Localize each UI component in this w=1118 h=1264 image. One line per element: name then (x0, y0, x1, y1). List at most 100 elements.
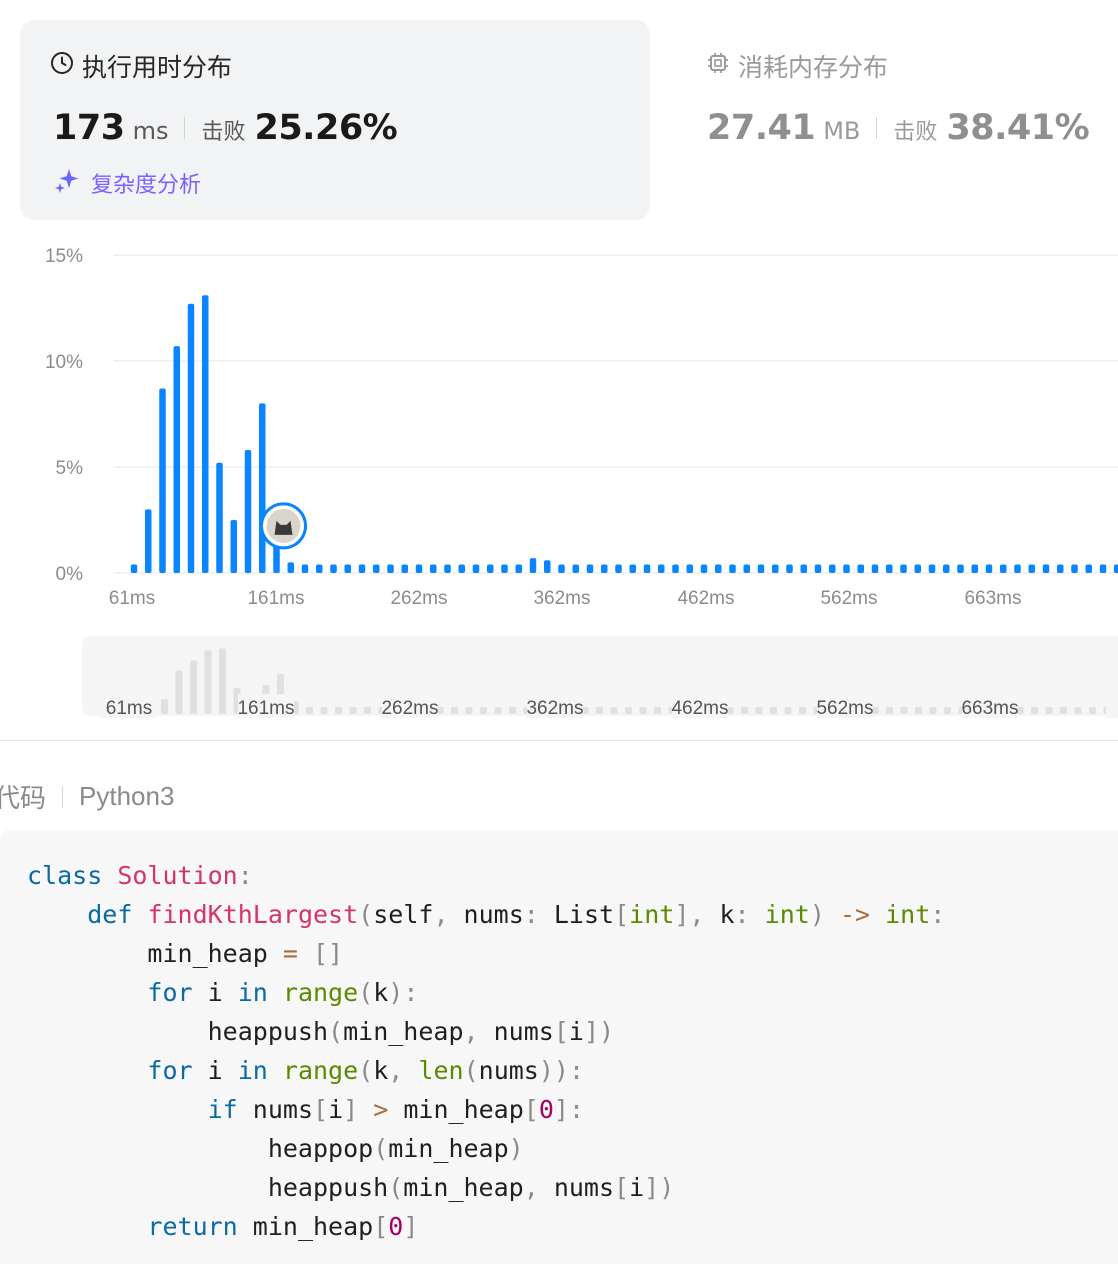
chart-bar[interactable] (358, 564, 366, 573)
chart-bar[interactable] (1057, 564, 1064, 573)
chart-bar[interactable] (900, 564, 907, 573)
chart-bar[interactable] (686, 564, 694, 573)
chart-bar[interactable] (757, 564, 765, 573)
code-token: if (207, 1095, 238, 1124)
chart-bar[interactable] (301, 564, 309, 573)
chart-bar[interactable] (814, 564, 822, 573)
chart-bar[interactable] (601, 564, 608, 573)
code-token: min_heap (388, 1134, 509, 1163)
chart-bar[interactable] (928, 564, 936, 573)
chart-bar[interactable] (1028, 564, 1036, 573)
chart-bar[interactable] (401, 564, 409, 573)
runtime-card[interactable]: 执行用时分布 173 ms 击败 25.26% 复杂度分析 (20, 20, 650, 220)
chart-bar[interactable] (786, 564, 793, 573)
chart-bar[interactable] (957, 564, 964, 573)
chart-bar[interactable] (287, 562, 295, 573)
chart-bar[interactable] (558, 564, 565, 573)
chart-bar[interactable] (672, 564, 679, 573)
code-token: def (87, 900, 133, 929)
chart-bar[interactable] (886, 564, 893, 573)
chart-bar[interactable] (729, 564, 736, 573)
code-token: k (704, 900, 735, 929)
code-line: heappush(min_heap, nums[i]) (27, 1173, 674, 1202)
overview-tick-label: 362ms (526, 698, 583, 719)
chart-bar[interactable] (1071, 564, 1078, 573)
chart-bar[interactable] (316, 564, 323, 573)
chart-bar[interactable] (715, 564, 722, 573)
chart-bar[interactable] (700, 564, 708, 573)
code-block[interactable]: class Solution: def findKthLargest(self,… (0, 830, 1118, 1264)
chart-bar[interactable] (772, 564, 779, 573)
chart-bar[interactable] (230, 520, 238, 573)
chart-bar[interactable] (914, 564, 922, 573)
chart-bar[interactable] (1114, 564, 1118, 573)
chart-bar[interactable] (943, 564, 950, 573)
chart-bar[interactable] (187, 303, 195, 573)
runtime-distribution-chart[interactable]: 15% 10% 5% 0% 61ms 161ms 262ms 362ms 462ms 562ms 6… (0, 235, 1118, 725)
chart-bar[interactable] (130, 564, 138, 573)
memory-card[interactable]: 消耗内存分布 27.41 MB 击败 38.41% (680, 20, 1100, 220)
chart-bar[interactable] (1014, 564, 1021, 573)
chart-bar[interactable] (216, 462, 223, 573)
code-token: ] (343, 1095, 359, 1124)
chart-bar[interactable] (829, 564, 836, 573)
chart-bar[interactable] (572, 564, 580, 573)
chart-bar[interactable] (501, 564, 508, 573)
x-tick-label: 61ms (109, 588, 155, 609)
overview-bar (741, 707, 748, 714)
chart-bar[interactable] (515, 564, 523, 573)
chart-bar[interactable] (544, 560, 551, 573)
chart-bar[interactable] (658, 564, 665, 573)
chart-bar[interactable] (843, 564, 850, 573)
chart-bar[interactable] (743, 564, 751, 573)
chart-bar[interactable] (330, 564, 337, 573)
chart-bar[interactable] (344, 564, 352, 573)
chart-bar[interactable] (1085, 564, 1093, 573)
chart-bar[interactable] (145, 509, 152, 573)
overview-bar (755, 707, 763, 714)
chart-bar[interactable] (244, 450, 252, 573)
chart-bar[interactable] (800, 564, 808, 573)
chart-bar[interactable] (871, 564, 879, 573)
chart-bar[interactable] (430, 564, 437, 573)
code-line: class Solution: (27, 861, 253, 890)
chart-bar[interactable] (529, 558, 537, 573)
overview-bar (1074, 707, 1082, 714)
chart-bar[interactable] (444, 564, 451, 573)
chart-bar[interactable] (857, 564, 865, 573)
code-token: for (147, 1056, 193, 1085)
chart-bar[interactable] (173, 346, 181, 573)
code-token: min_heap (27, 939, 283, 968)
runtime-title: 执行用时分布 (50, 48, 232, 84)
chart-bar[interactable] (387, 564, 394, 573)
complexity-analysis-button[interactable]: 复杂度分析 (53, 166, 201, 200)
chart-bar[interactable] (586, 564, 594, 573)
chart-bar[interactable] (458, 564, 466, 573)
chart-bar[interactable] (259, 403, 266, 573)
chart-bar[interactable] (487, 564, 494, 573)
chart-bar[interactable] (415, 564, 423, 573)
chart-bar[interactable] (1000, 564, 1007, 573)
chart-bar[interactable] (971, 564, 979, 573)
chart-bar[interactable] (629, 564, 637, 573)
overview-bar (219, 648, 226, 714)
overview-bar (799, 707, 806, 714)
sparkle-icon (53, 166, 81, 200)
chart-bar[interactable] (159, 388, 166, 573)
chart-bar[interactable] (1099, 564, 1107, 573)
chart-bar[interactable] (1042, 564, 1050, 573)
chart-bar[interactable] (373, 564, 380, 573)
code-content[interactable]: class Solution: def findKthLargest(self,… (27, 856, 945, 1246)
code-token: i (192, 978, 238, 1007)
chart-bar[interactable] (985, 564, 993, 573)
chart-bar[interactable] (202, 295, 209, 573)
code-token: ]) (583, 1017, 615, 1046)
chart-bar[interactable] (472, 564, 480, 573)
chart-bar[interactable] (615, 564, 622, 573)
code-token: k (373, 978, 389, 1007)
code-token: , (388, 1056, 404, 1085)
chart-bar[interactable] (643, 564, 651, 573)
